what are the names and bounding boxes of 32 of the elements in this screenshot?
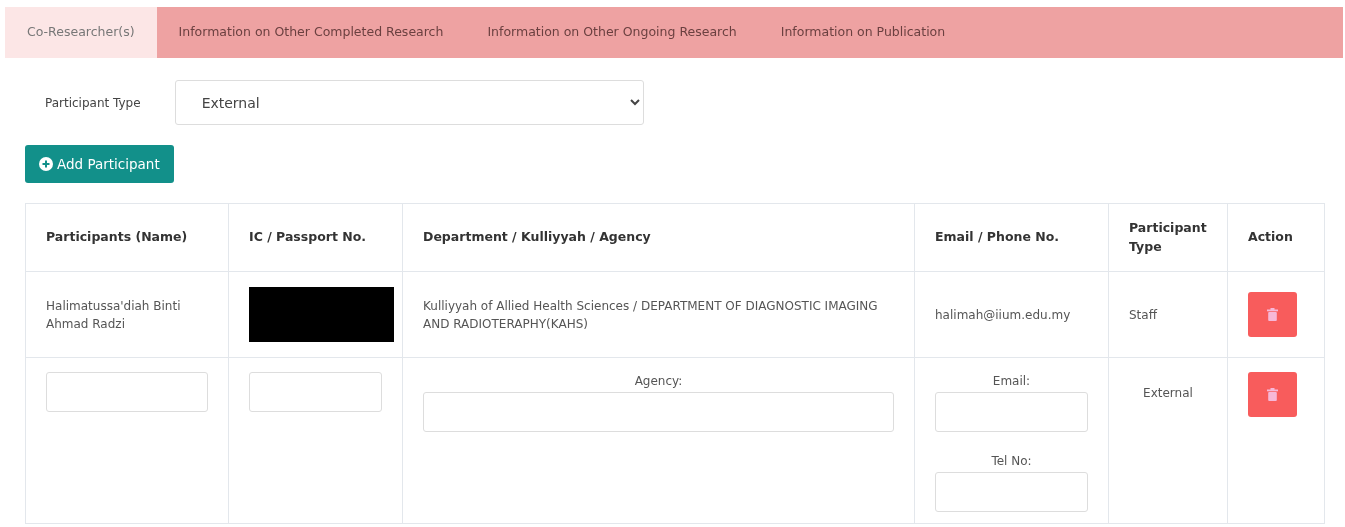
participant-type-text: External bbox=[1142, 385, 1194, 402]
participant-type-select[interactable]: External bbox=[174, 80, 644, 125]
agency-input-field[interactable] bbox=[423, 392, 894, 432]
trash-icon bbox=[1267, 388, 1278, 401]
column-header: Participants (Name) bbox=[25, 203, 229, 272]
tel-input-field[interactable] bbox=[935, 472, 1088, 512]
participant-name: Halimatussa'diah Binti Ahmad Radzi bbox=[46, 298, 181, 331]
plus-circle-icon bbox=[39, 157, 53, 171]
email-input-field[interactable] bbox=[935, 392, 1088, 432]
field-label: Participant Type bbox=[45, 94, 141, 112]
trash-icon bbox=[1267, 308, 1278, 321]
tab[interactable]: Information on Other Completed Research bbox=[156, 7, 466, 58]
column-header: Action bbox=[1227, 203, 1325, 272]
email-text: halimah@iium.edu.my bbox=[935, 307, 1071, 322]
column-header: Email / Phone No. bbox=[914, 203, 1109, 272]
delete-button[interactable] bbox=[1248, 372, 1297, 417]
tab[interactable]: Co-Researcher(s) bbox=[5, 7, 157, 58]
column-header: Participant Type bbox=[1108, 203, 1228, 272]
tab[interactable]: Information on Publication bbox=[758, 7, 968, 58]
column-header: IC / Passport No. bbox=[228, 203, 403, 272]
field-label: Agency: bbox=[633, 373, 684, 390]
name-input-field[interactable] bbox=[46, 372, 208, 412]
tab[interactable]: Information on Other Ongoing Research bbox=[465, 7, 759, 58]
field-label: Tel No: bbox=[990, 453, 1033, 470]
field-label: Email: bbox=[991, 373, 1032, 390]
participant-type-text: Staff bbox=[1129, 307, 1157, 322]
ic-input-field[interactable] bbox=[249, 372, 382, 412]
delete-button[interactable] bbox=[1248, 292, 1297, 337]
add-participant-button[interactable]: Add Participant bbox=[25, 145, 174, 183]
column-header: Department / Kulliyyah / Agency bbox=[402, 203, 915, 272]
department-text: Kulliyyah of Allied Health Sciences / DEPARTMENT OF DIAGNOSTIC IMAGING AND RADIOTERAPHY(KAHS) bbox=[423, 298, 878, 331]
button-label: Add Participant bbox=[57, 154, 160, 174]
